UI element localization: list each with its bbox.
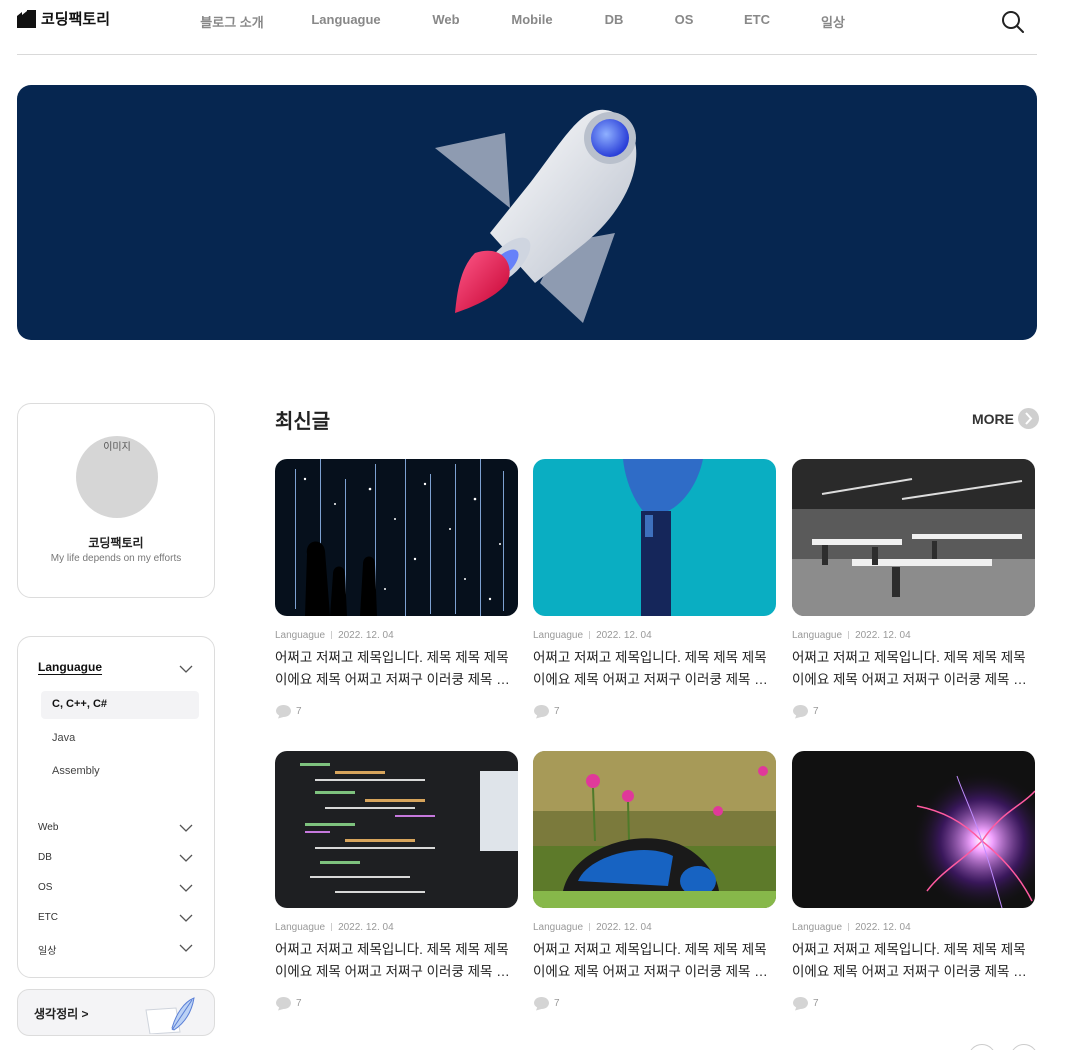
post-meta: Languague 2022. 12. 04 xyxy=(792,922,911,933)
comment-count: 7 xyxy=(296,998,302,1009)
post-comments: 7 xyxy=(533,996,560,1011)
post-thumbnail[interactable] xyxy=(533,459,776,616)
chevron-down-icon[interactable] xyxy=(179,664,193,674)
nav-item-db[interactable]: DB xyxy=(605,12,624,27)
comment-bubble-icon xyxy=(534,705,549,719)
post-date: 2022. 12. 04 xyxy=(338,922,394,933)
nav-item-language[interactable]: Languague xyxy=(311,12,380,27)
comment-count: 7 xyxy=(813,706,819,717)
post-title[interactable]: 어쩌고 저쩌고 제목입니다. 제목 제목 제목 이에요 제목 어쩌고 저쩌구 이… xyxy=(792,939,1032,983)
prev-page-button[interactable] xyxy=(968,1044,996,1050)
category-etc[interactable]: ETC xyxy=(38,912,58,923)
post-thumbnail[interactable] xyxy=(792,751,1035,908)
post-category[interactable]: Languague xyxy=(275,922,325,933)
main-nav: 블로그 소개 Languague Web Mobile DB OS ETC 일상 xyxy=(0,12,1067,32)
post-thumbnail[interactable] xyxy=(275,459,518,616)
post-date: 2022. 12. 04 xyxy=(855,922,911,933)
post-comments: 7 xyxy=(792,704,819,719)
comment-count: 7 xyxy=(296,706,302,717)
next-page-button[interactable] xyxy=(1010,1044,1038,1050)
category-menu: Languague C, C++, C# Java Assembly Web D… xyxy=(17,636,215,978)
post-date: 2022. 12. 04 xyxy=(596,922,652,933)
subcategory-c-cpp-csharp[interactable]: C, C++, C# xyxy=(41,691,199,719)
post-card[interactable]: Languague 2022. 12. 04 어쩌고 저쩌고 제목입니다. 제목 … xyxy=(275,459,518,731)
comment-bubble-icon xyxy=(793,705,808,719)
category-web[interactable]: Web xyxy=(38,822,58,833)
nav-item-about[interactable]: 블로그 소개 xyxy=(200,12,263,31)
header-divider xyxy=(17,54,1037,55)
post-thumbnail[interactable] xyxy=(792,459,1035,616)
comment-count: 7 xyxy=(554,706,560,717)
chevron-down-icon[interactable] xyxy=(179,913,193,923)
post-date: 2022. 12. 04 xyxy=(338,630,394,641)
latest-posts-title: 최신글 xyxy=(275,411,331,433)
post-category[interactable]: Languague xyxy=(792,630,842,641)
comment-bubble-icon xyxy=(276,705,291,719)
post-title[interactable]: 어쩌고 저쩌고 제목입니다. 제목 제목 제목 이에요 제목 어쩌고 저쩌구 이… xyxy=(275,939,515,983)
post-card[interactable]: Languague 2022. 12. 04 어쩌고 저쩌고 제목입니다. 제목 … xyxy=(275,751,518,1023)
post-meta: Languague 2022. 12. 04 xyxy=(275,922,394,933)
post-card[interactable]: Languague 2022. 12. 04 어쩌고 저쩌고 제목입니다. 제목 … xyxy=(792,751,1035,1023)
post-meta: Languague 2022. 12. 04 xyxy=(792,630,911,641)
post-comments: 7 xyxy=(792,996,819,1011)
nav-item-etc[interactable]: ETC xyxy=(744,12,770,27)
nav-item-os[interactable]: OS xyxy=(675,12,694,27)
post-title[interactable]: 어쩌고 저쩌고 제목입니다. 제목 제목 제목 이에요 제목 어쩌고 저쩌구 이… xyxy=(275,647,515,691)
post-date: 2022. 12. 04 xyxy=(596,630,652,641)
post-category[interactable]: Languague xyxy=(792,922,842,933)
next-section-title-clipped xyxy=(275,1044,335,1050)
subcategory-java[interactable]: Java xyxy=(52,732,75,744)
post-category[interactable]: Languague xyxy=(533,922,583,933)
post-card[interactable]: Languague 2022. 12. 04 어쩌고 저쩌고 제목입니다. 제목 … xyxy=(533,459,776,731)
post-thumbnail[interactable] xyxy=(275,751,518,908)
nav-item-web[interactable]: Web xyxy=(432,12,459,27)
post-title[interactable]: 어쩌고 저쩌고 제목입니다. 제목 제목 제목 이에요 제목 어쩌고 저쩌구 이… xyxy=(792,647,1032,691)
nav-item-mobile[interactable]: Mobile xyxy=(511,12,552,27)
category-os[interactable]: OS xyxy=(38,882,52,893)
subcategory-assembly[interactable]: Assembly xyxy=(52,765,100,777)
chevron-down-icon[interactable] xyxy=(179,853,193,863)
thoughts-button[interactable]: 생각정리 > xyxy=(17,989,215,1036)
nav-item-daily[interactable]: 일상 xyxy=(821,12,845,31)
profile-card: 이미지 코딩팩토리 My life depends on my efforts xyxy=(17,403,215,598)
post-comments: 7 xyxy=(533,704,560,719)
profile-description: My life depends on my efforts xyxy=(50,553,182,564)
profile-name: 코딩팩토리 xyxy=(88,536,144,550)
post-comments: 7 xyxy=(275,704,302,719)
avatar: 이미지 xyxy=(76,436,158,518)
post-category[interactable]: Languague xyxy=(275,630,325,641)
category-db[interactable]: DB xyxy=(38,852,52,863)
post-category[interactable]: Languague xyxy=(533,630,583,641)
post-card[interactable]: Languague 2022. 12. 04 어쩌고 저쩌고 제목입니다. 제목 … xyxy=(533,751,776,1023)
avatar-placeholder-text: 이미지 xyxy=(103,442,131,453)
chevron-down-icon[interactable] xyxy=(179,823,193,833)
post-comments: 7 xyxy=(275,996,302,1011)
rocket-icon xyxy=(435,109,637,323)
site-header: 코딩팩토리 블로그 소개 Languague Web Mobile DB OS … xyxy=(0,0,1067,55)
comment-bubble-icon xyxy=(276,997,291,1011)
chevron-down-icon[interactable] xyxy=(179,883,193,893)
category-language[interactable]: Languague xyxy=(38,660,102,674)
comment-count: 7 xyxy=(813,998,819,1009)
comment-bubble-icon xyxy=(534,997,549,1011)
post-thumbnail[interactable] xyxy=(533,751,776,908)
comment-bubble-icon xyxy=(793,997,808,1011)
chevron-down-icon[interactable] xyxy=(179,943,193,953)
post-card[interactable]: Languague 2022. 12. 04 어쩌고 저쩌고 제목입니다. 제목 … xyxy=(792,459,1035,731)
thoughts-label: 생각정리 > xyxy=(34,1007,89,1021)
feather-pen-icon xyxy=(145,997,195,1034)
hero-banner xyxy=(17,85,1037,340)
comment-count: 7 xyxy=(554,998,560,1009)
post-title[interactable]: 어쩌고 저쩌고 제목입니다. 제목 제목 제목 이에요 제목 어쩌고 저쩌구 이… xyxy=(533,647,773,691)
post-meta: Languague 2022. 12. 04 xyxy=(533,630,652,641)
search-icon[interactable] xyxy=(1000,9,1026,35)
more-link[interactable]: MORE xyxy=(972,408,1039,429)
more-label: MORE xyxy=(972,410,1014,427)
chevron-right-icon xyxy=(1018,408,1039,429)
post-title[interactable]: 어쩌고 저쩌고 제목입니다. 제목 제목 제목 이에요 제목 어쩌고 저쩌구 이… xyxy=(533,939,773,983)
category-daily[interactable]: 일상 xyxy=(38,942,56,957)
post-meta: Languague 2022. 12. 04 xyxy=(275,630,394,641)
post-meta: Languague 2022. 12. 04 xyxy=(533,922,652,933)
post-date: 2022. 12. 04 xyxy=(855,630,911,641)
